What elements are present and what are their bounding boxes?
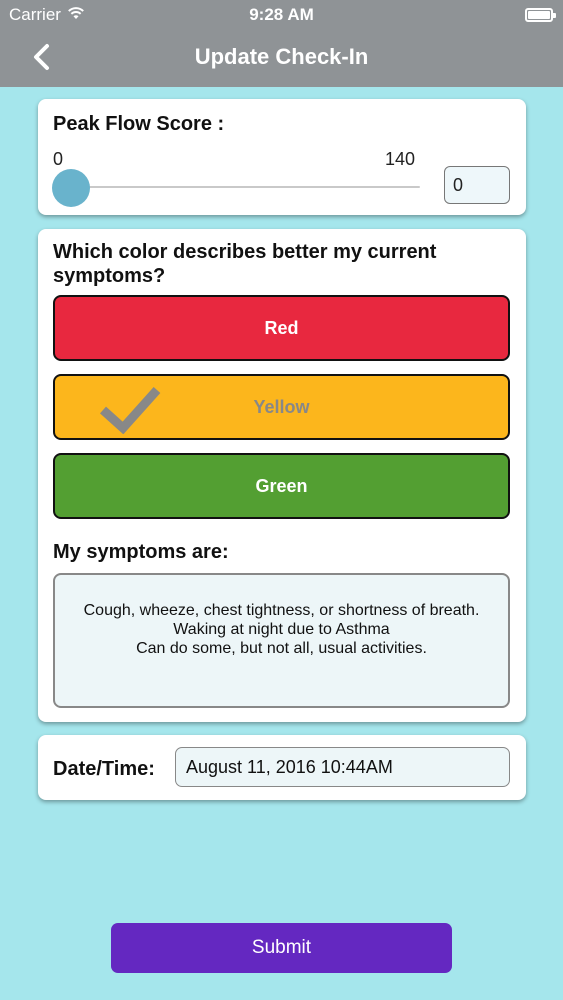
peak-flow-value-input[interactable] bbox=[444, 166, 510, 204]
peak-flow-heading: Peak Flow Score : bbox=[53, 113, 225, 135]
status-bar: Carrier 9:28 AM bbox=[0, 0, 563, 30]
slider-max-label: 140 bbox=[385, 149, 416, 169]
red-option-button[interactable]: Red bbox=[53, 295, 510, 361]
datetime-label: Date/Time: bbox=[53, 758, 155, 780]
yellow-option-label: Yellow bbox=[253, 397, 310, 417]
green-option-label: Green bbox=[255, 476, 308, 496]
symptoms-description-box: Cough, wheeze, chest tightness, or short… bbox=[53, 573, 510, 708]
page-title: Update Check-In bbox=[194, 44, 369, 69]
symptom-color-card: Which color describes better my current … bbox=[38, 229, 526, 722]
slider-min-label: 0 bbox=[53, 149, 64, 169]
peak-flow-slider-thumb[interactable] bbox=[52, 169, 90, 207]
green-option-button[interactable]: Green bbox=[53, 453, 510, 519]
red-option-label: Red bbox=[264, 318, 299, 338]
symptom-line: Can do some, but not all, usual activiti… bbox=[136, 640, 427, 657]
peak-flow-card: Peak Flow Score : 0 140 bbox=[38, 99, 526, 215]
submit-button[interactable]: Submit bbox=[111, 923, 452, 973]
checkmark-icon bbox=[99, 386, 161, 434]
color-question-heading: Which color describes better my current … bbox=[53, 241, 437, 287]
battery-icon bbox=[525, 8, 556, 22]
yellow-option-button[interactable]: Yellow bbox=[53, 374, 510, 440]
clock-time: 9:28 AM bbox=[249, 5, 314, 24]
peak-flow-slider-track[interactable] bbox=[70, 186, 420, 188]
navigation-bar: Update Check-In bbox=[0, 30, 563, 87]
symptoms-heading: My symptoms are: bbox=[53, 541, 229, 563]
symptom-line: Waking at night due to Asthma bbox=[173, 621, 390, 638]
datetime-input[interactable] bbox=[175, 747, 510, 787]
symptom-line: Cough, wheeze, chest tightness, or short… bbox=[83, 602, 480, 619]
datetime-card: Date/Time: bbox=[38, 735, 526, 800]
